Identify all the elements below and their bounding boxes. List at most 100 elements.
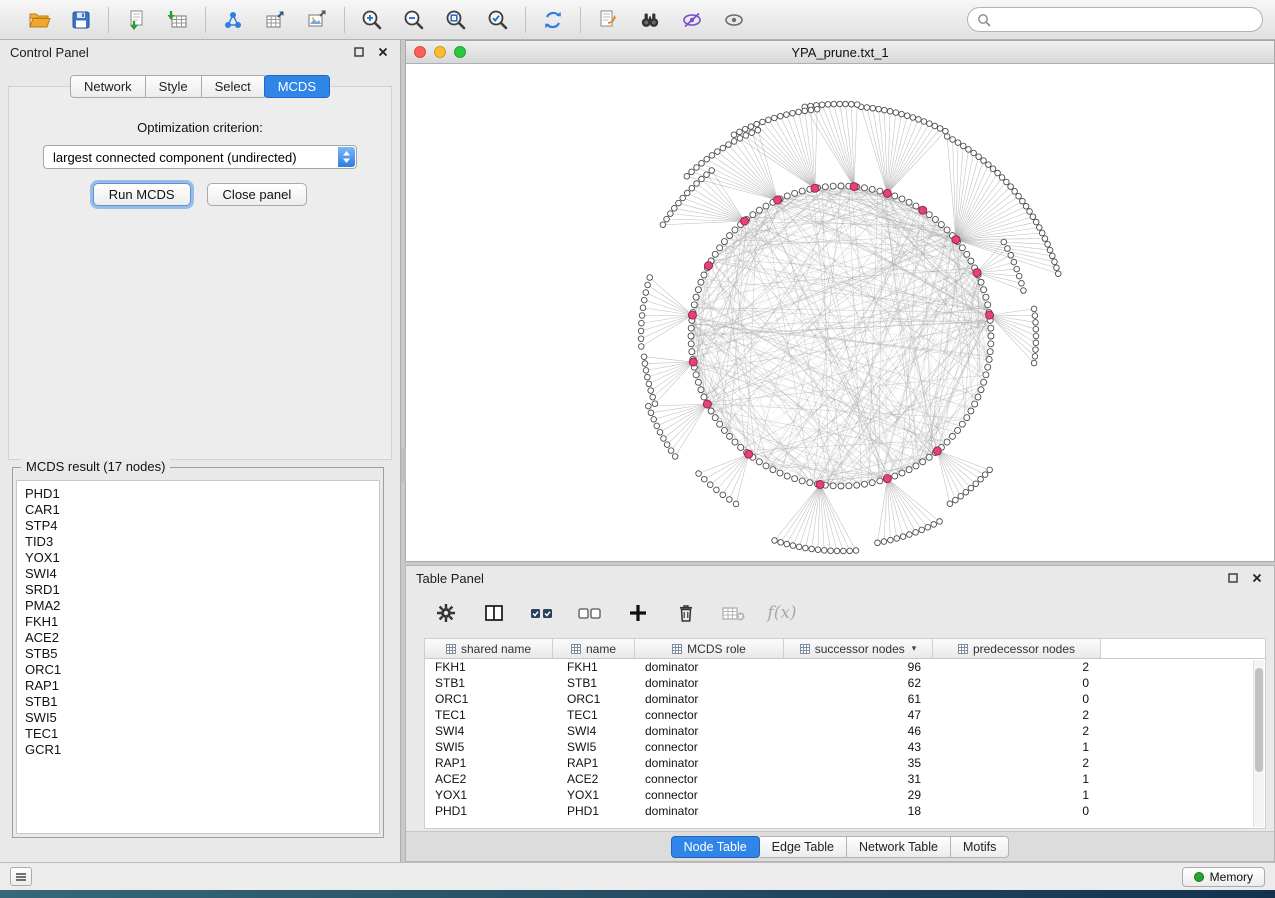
table-settings-button[interactable]	[432, 599, 460, 627]
tab-style[interactable]: Style	[146, 75, 202, 98]
mcds-result-item[interactable]: SWI5	[25, 710, 379, 726]
memory-button[interactable]: Memory	[1182, 867, 1265, 887]
import-network-file-icon	[124, 8, 148, 32]
select-all-checks-button[interactable]	[528, 599, 556, 627]
search-field[interactable]	[967, 7, 1263, 32]
function-builder-button[interactable]: f(x)	[768, 599, 796, 627]
mcds-result-item[interactable]: ACE2	[25, 630, 379, 646]
cell-role: dominator	[635, 691, 784, 707]
zoom-selected-button[interactable]	[483, 6, 513, 34]
clear-all-checks-button[interactable]	[576, 599, 604, 627]
column-header-name[interactable]: name	[553, 639, 635, 658]
mcds-result-item[interactable]: RAP1	[25, 678, 379, 694]
share-document-icon	[596, 8, 620, 32]
task-history-button[interactable]	[10, 867, 32, 886]
import-table-button[interactable]	[163, 6, 193, 34]
table-row[interactable]: SWI5SWI5connector431	[425, 739, 1265, 755]
column-type-icon	[446, 644, 456, 654]
tab-edge-table[interactable]: Edge Table	[760, 836, 847, 858]
export-table-button[interactable]	[260, 6, 290, 34]
tab-network-table[interactable]: Network Table	[847, 836, 951, 858]
tab-mcds[interactable]: MCDS	[264, 75, 330, 98]
control-panel-tabs: Network Style Select MCDS	[0, 75, 400, 98]
mcds-result-item[interactable]: PMA2	[25, 598, 379, 614]
table-row[interactable]: PHD1PHD1dominator180	[425, 803, 1265, 819]
open-folder-icon	[27, 8, 51, 32]
add-row-button[interactable]	[624, 599, 652, 627]
close-panel-icon[interactable]	[376, 45, 390, 59]
mcds-result-group: MCDS result (17 nodes) PHD1CAR1STP4TID3Y…	[12, 467, 384, 838]
run-mcds-button[interactable]: Run MCDS	[93, 183, 191, 206]
table-row[interactable]: ORC1ORC1dominator610	[425, 691, 1265, 707]
table-row[interactable]: STB1STB1dominator620	[425, 675, 1265, 691]
share-document-button[interactable]	[593, 6, 623, 34]
close-panel-button[interactable]: Close panel	[207, 183, 308, 206]
cell-shared_name: TEC1	[425, 707, 553, 723]
cell-shared_name: STB1	[425, 675, 553, 691]
close-table-panel-icon[interactable]	[1250, 571, 1264, 585]
delete-table-button[interactable]	[720, 599, 748, 627]
mcds-result-item[interactable]: ORC1	[25, 662, 379, 678]
open-file-button[interactable]	[24, 6, 54, 34]
table-panel-title: Table Panel	[416, 571, 484, 586]
float-panel-icon[interactable]	[352, 45, 366, 59]
network-titlebar[interactable]: YPA_prune.txt_1	[406, 41, 1274, 64]
tab-select[interactable]: Select	[202, 75, 265, 98]
delete-row-button[interactable]	[672, 599, 700, 627]
table-row[interactable]: YOX1YOX1connector291	[425, 787, 1265, 803]
show-all-button[interactable]	[719, 6, 749, 34]
export-network-button[interactable]	[218, 6, 248, 34]
mcds-result-item[interactable]: PHD1	[25, 486, 379, 502]
import-network-button[interactable]	[121, 6, 151, 34]
table-toolbar: f(x)	[406, 590, 1274, 636]
cell-predecessors: 0	[933, 691, 1101, 707]
save-button[interactable]	[66, 6, 96, 34]
mcds-result-list[interactable]: PHD1CAR1STP4TID3YOX1SWI4SRD1PMA2FKH1ACE2…	[16, 480, 380, 834]
zoom-out-button[interactable]	[399, 6, 429, 34]
function-builder-icon: f(x)	[767, 603, 796, 623]
network-canvas[interactable]	[406, 64, 1274, 561]
mcds-result-item[interactable]: STB5	[25, 646, 379, 662]
float-table-panel-icon[interactable]	[1226, 571, 1240, 585]
column-header-successor-nodes[interactable]: successor nodes ▾	[784, 639, 933, 658]
mcds-result-item[interactable]: STP4	[25, 518, 379, 534]
mcds-result-item[interactable]: FKH1	[25, 614, 379, 630]
table-row[interactable]: ACE2ACE2connector311	[425, 771, 1265, 787]
tab-motifs[interactable]: Motifs	[951, 836, 1009, 858]
search-input[interactable]	[997, 12, 1253, 27]
column-header-shared-name[interactable]: shared name	[425, 639, 553, 658]
mcds-result-item[interactable]: YOX1	[25, 550, 379, 566]
table-row[interactable]: SWI4SWI4dominator462	[425, 723, 1265, 739]
table-row[interactable]: RAP1RAP1dominator352	[425, 755, 1265, 771]
zoom-fit-button[interactable]	[441, 6, 471, 34]
cell-predecessors: 2	[933, 755, 1101, 771]
show-columns-button[interactable]	[480, 599, 508, 627]
cell-successors: 29	[784, 787, 933, 803]
list-icon	[15, 872, 27, 882]
mcds-result-item[interactable]: TID3	[25, 534, 379, 550]
mcds-result-item[interactable]: TEC1	[25, 726, 379, 742]
column-header-mcds-role[interactable]: MCDS role	[635, 639, 784, 658]
memory-label: Memory	[1210, 870, 1253, 884]
column-header-predecessor-nodes[interactable]: predecessor nodes	[933, 639, 1101, 658]
export-image-button[interactable]	[302, 6, 332, 34]
table-row[interactable]: FKH1FKH1dominator962	[425, 659, 1265, 675]
scrollbar-thumb[interactable]	[1255, 668, 1263, 772]
table-row[interactable]: TEC1TEC1connector472	[425, 707, 1265, 723]
refresh-icon	[541, 8, 565, 32]
refresh-button[interactable]	[538, 6, 568, 34]
mcds-result-item[interactable]: SRD1	[25, 582, 379, 598]
table-scrollbar[interactable]	[1253, 660, 1264, 827]
cell-name: ORC1	[553, 691, 635, 707]
zoom-in-button[interactable]	[357, 6, 387, 34]
mcds-result-item[interactable]: STB1	[25, 694, 379, 710]
tab-network[interactable]: Network	[70, 75, 146, 98]
criterion-select[interactable]: largest connected component (undirected)	[43, 145, 357, 169]
mcds-result-item[interactable]: CAR1	[25, 502, 379, 518]
mcds-result-item[interactable]: GCR1	[25, 742, 379, 758]
tab-node-table[interactable]: Node Table	[671, 836, 760, 858]
panel-splitter-handle[interactable]	[401, 448, 406, 482]
hide-selected-button[interactable]	[677, 6, 707, 34]
search-objects-button[interactable]	[635, 6, 665, 34]
mcds-result-item[interactable]: SWI4	[25, 566, 379, 582]
